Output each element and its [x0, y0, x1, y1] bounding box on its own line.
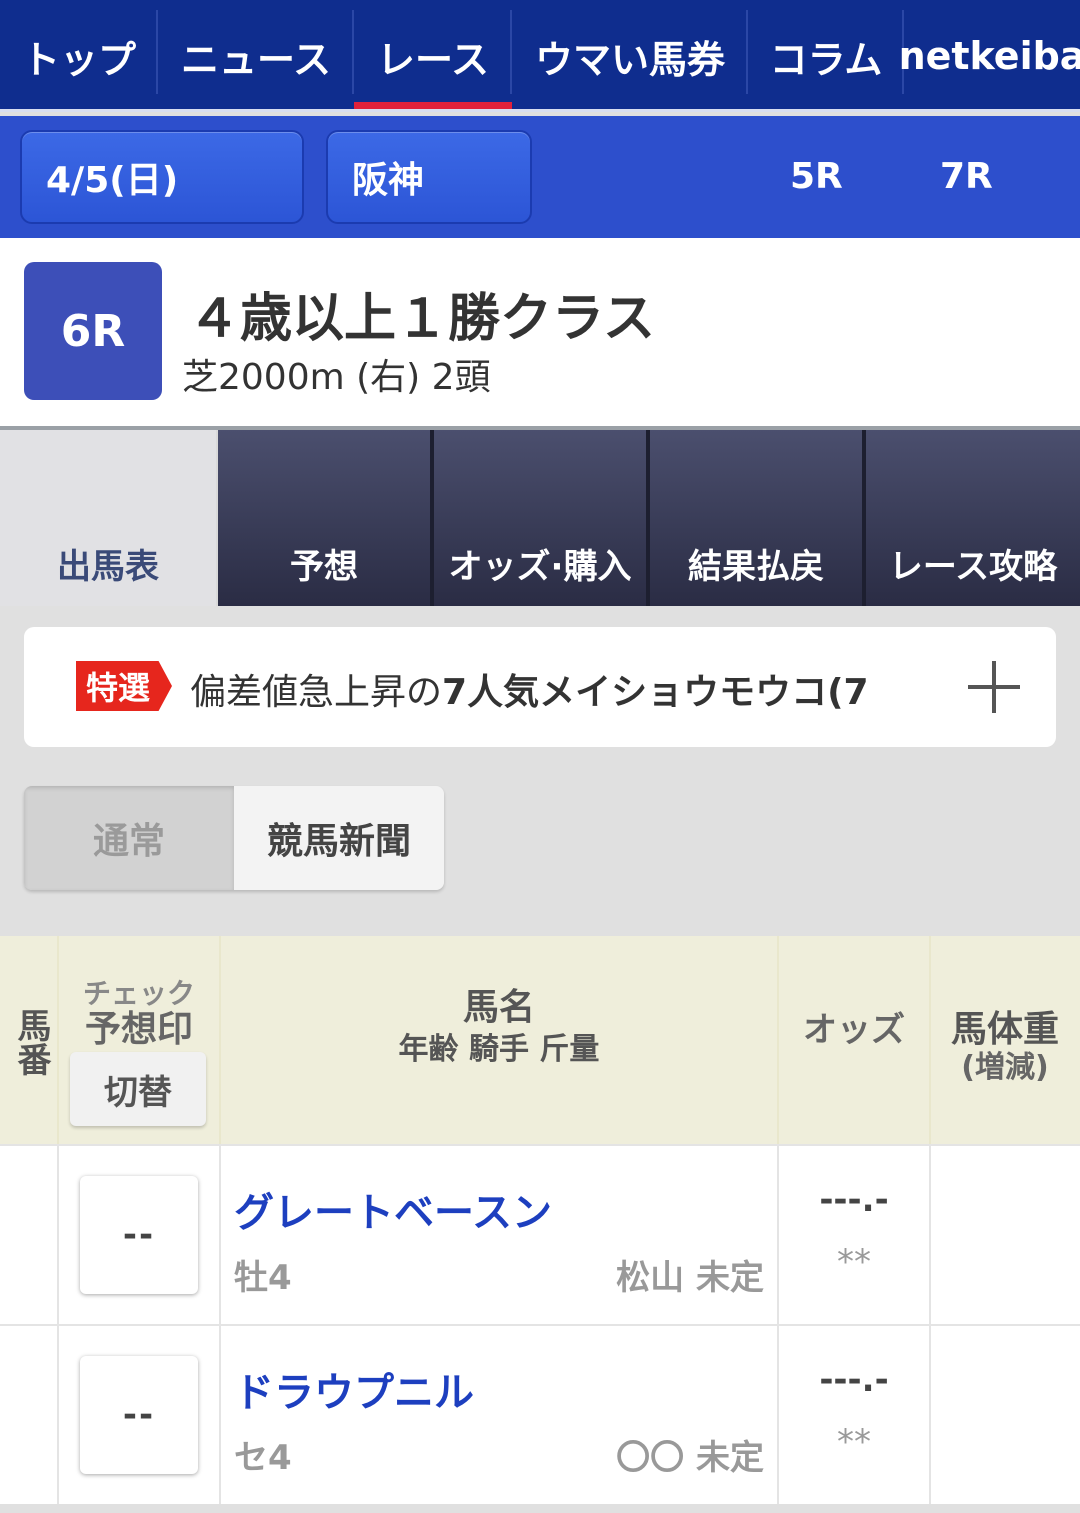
nav-tab-news[interactable]: ニュース: [158, 0, 354, 112]
header-horse-details: 年齢 騎手 斤量: [398, 1032, 600, 1067]
top-nav: トップ ニュース レース ウマい馬券 コラム netkeiba: [0, 0, 1080, 112]
prediction-mark-button[interactable]: --: [80, 1356, 198, 1474]
table-bottom-border: [0, 1504, 1080, 1513]
tab-shutsubahyo[interactable]: 出馬表: [0, 430, 216, 606]
expand-plus-icon[interactable]: [968, 661, 1020, 713]
promo-text-bold: 7人気メイショウモウコ(7: [442, 672, 869, 713]
row-divider: [929, 1326, 931, 1506]
horse-name-link[interactable]: グレートベースン: [234, 1180, 552, 1238]
header-odds: オッズ: [803, 1010, 905, 1050]
row-divider: [57, 1326, 59, 1506]
horse-sex-age: セ4: [234, 1438, 292, 1478]
row-divider: [777, 1326, 779, 1506]
race-selector-bar: 4/5(日) 阪神 5R 7R: [0, 116, 1080, 238]
row-divider: [777, 1146, 779, 1326]
popularity-value: **: [837, 1422, 871, 1462]
date-select-button[interactable]: 4/5(日): [20, 130, 304, 224]
view-normal-button[interactable]: 通常: [24, 786, 234, 890]
prev-race-link[interactable]: 5R: [790, 156, 843, 197]
nav-tab-race[interactable]: レース: [354, 0, 512, 112]
promo-text-normal: 偏差値急上昇の: [190, 672, 443, 713]
table-row: -- ドラウプニル セ4 〇〇 未定 ---.- **: [0, 1324, 1080, 1506]
jockey-weight: 松山 未定: [616, 1258, 764, 1298]
row-divider: [929, 1146, 931, 1326]
tab-results-payout[interactable]: 結果払戻: [650, 430, 866, 606]
tab-race-strategy[interactable]: レース攻略: [866, 430, 1080, 606]
jockey-weight: 〇〇 未定: [616, 1438, 764, 1478]
race-header: 6R ４歳以上１勝クラス 芝2000m (右) 2頭: [0, 238, 1080, 426]
table-row: -- グレートベースン 牡4 松山 未定 ---.- **: [0, 1144, 1080, 1326]
prediction-mark-button[interactable]: --: [80, 1176, 198, 1294]
odds-value: ---.-: [819, 1360, 889, 1400]
nav-tab-netkeiba[interactable]: netkeiba: [899, 0, 1080, 112]
nav-tab-column[interactable]: コラム: [748, 0, 904, 112]
header-umaban: 馬番: [11, 1008, 51, 1076]
promo-text: 偏差値急上昇の7人気メイショウモウコ(7: [190, 663, 930, 715]
content-area: 特選 偏差値急上昇の7人気メイショウモウコ(7 通常 競馬新聞: [0, 606, 1080, 936]
section-tabs: 出馬表 予想 オッズ·購入 結果払戻 レース攻略: [0, 426, 1080, 606]
venue-select-button[interactable]: 阪神: [326, 130, 532, 224]
next-race-link[interactable]: 7R: [940, 156, 993, 197]
view-toggle: 通常 競馬新聞: [24, 786, 444, 890]
tab-odds-purchase[interactable]: オッズ·購入: [434, 430, 650, 606]
horse-name-link[interactable]: ドラウプニル: [234, 1360, 474, 1418]
race-details: 芝2000m (右) 2頭: [182, 357, 491, 398]
view-newspaper-button[interactable]: 競馬新聞: [234, 786, 444, 890]
promo-banner[interactable]: 特選 偏差値急上昇の7人気メイショウモウコ(7: [24, 627, 1056, 747]
header-weight-change: (増減): [961, 1050, 1049, 1085]
mark-switch-button[interactable]: 切替: [70, 1052, 206, 1126]
nav-tab-umai-baken[interactable]: ウマい馬券: [512, 0, 748, 112]
race-title: ４歳以上１勝クラス: [188, 289, 655, 349]
header-yoso-mark: 予想印: [84, 1009, 193, 1050]
horse-sex-age: 牡4: [234, 1258, 292, 1298]
tab-yoso[interactable]: 予想: [218, 430, 434, 606]
row-divider: [57, 1146, 59, 1326]
popularity-value: **: [837, 1242, 871, 1282]
nav-divider: [0, 109, 1080, 112]
header-horse-name: 馬名: [462, 987, 535, 1028]
nav-tab-top[interactable]: トップ: [0, 0, 158, 112]
row-divider: [219, 1146, 221, 1326]
promo-tag: 特選: [76, 661, 172, 711]
entry-table: 馬番 チェック 予想印 切替 馬名 年齢 騎手 斤量 オッズ 馬体重 (増減) …: [0, 936, 1080, 1513]
odds-value: ---.-: [819, 1180, 889, 1220]
table-header: 馬番 チェック 予想印 切替 馬名 年齢 騎手 斤量 オッズ 馬体重 (増減): [0, 936, 1080, 1144]
race-number-badge: 6R: [24, 262, 162, 400]
row-divider: [219, 1326, 221, 1506]
